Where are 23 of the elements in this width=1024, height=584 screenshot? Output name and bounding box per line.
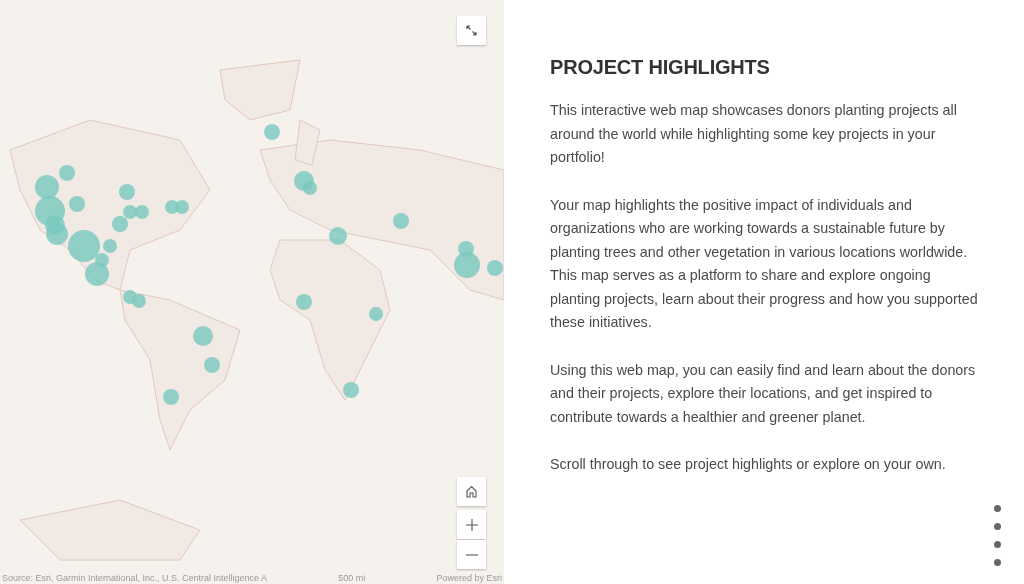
paragraph: Using this web map, you can easily find and learn about the donors and their projects, explore their locations, and get inspired to contribute towards a healthier and greener planet. — [550, 360, 977, 427]
minus-icon — [465, 553, 478, 556]
nav-dot[interactable] — [994, 523, 1001, 530]
panel-title: PROJECT HIGHLIGHTS — [550, 56, 771, 79]
scale-label: 500 mi — [338, 572, 366, 584]
fullscreen-button[interactable] — [457, 16, 486, 45]
home-button[interactable] — [457, 477, 486, 506]
nav-dot[interactable] — [994, 559, 1001, 566]
map-marker[interactable] — [135, 205, 149, 219]
zoom-out-button[interactable] — [457, 540, 486, 569]
paragraph: Scroll through to see project highlights or explore on your own. — [550, 455, 947, 474]
zoom-in-button[interactable] — [457, 510, 486, 539]
home-icon — [465, 485, 478, 498]
paragraph: This interactive web map showcases donors planting projects all around the world while highlighting some key projects in your portfolio! — [550, 101, 958, 167]
map-marker[interactable] — [123, 205, 137, 219]
nav-dot[interactable] — [994, 505, 1001, 512]
powered-by-link[interactable]: Powered by Esri — [436, 572, 502, 584]
map-marker[interactable] — [175, 200, 189, 214]
nav-dot[interactable] — [994, 541, 1001, 548]
expand-icon — [466, 25, 477, 36]
plus-icon — [465, 518, 478, 531]
map-attribution: Source: Esri, Garmin International, Inc., U.S. Central Intelligence A — [2, 572, 268, 584]
paragraph: Your map highlights the positive impact of individuals and organizations who are working towards a sustainable future by planting trees and other vegetation in various locations worldwide. This map serves as a platform to share and explore ongoing planting projects, learn about their progress and how you supported these initiatives. — [550, 195, 979, 332]
